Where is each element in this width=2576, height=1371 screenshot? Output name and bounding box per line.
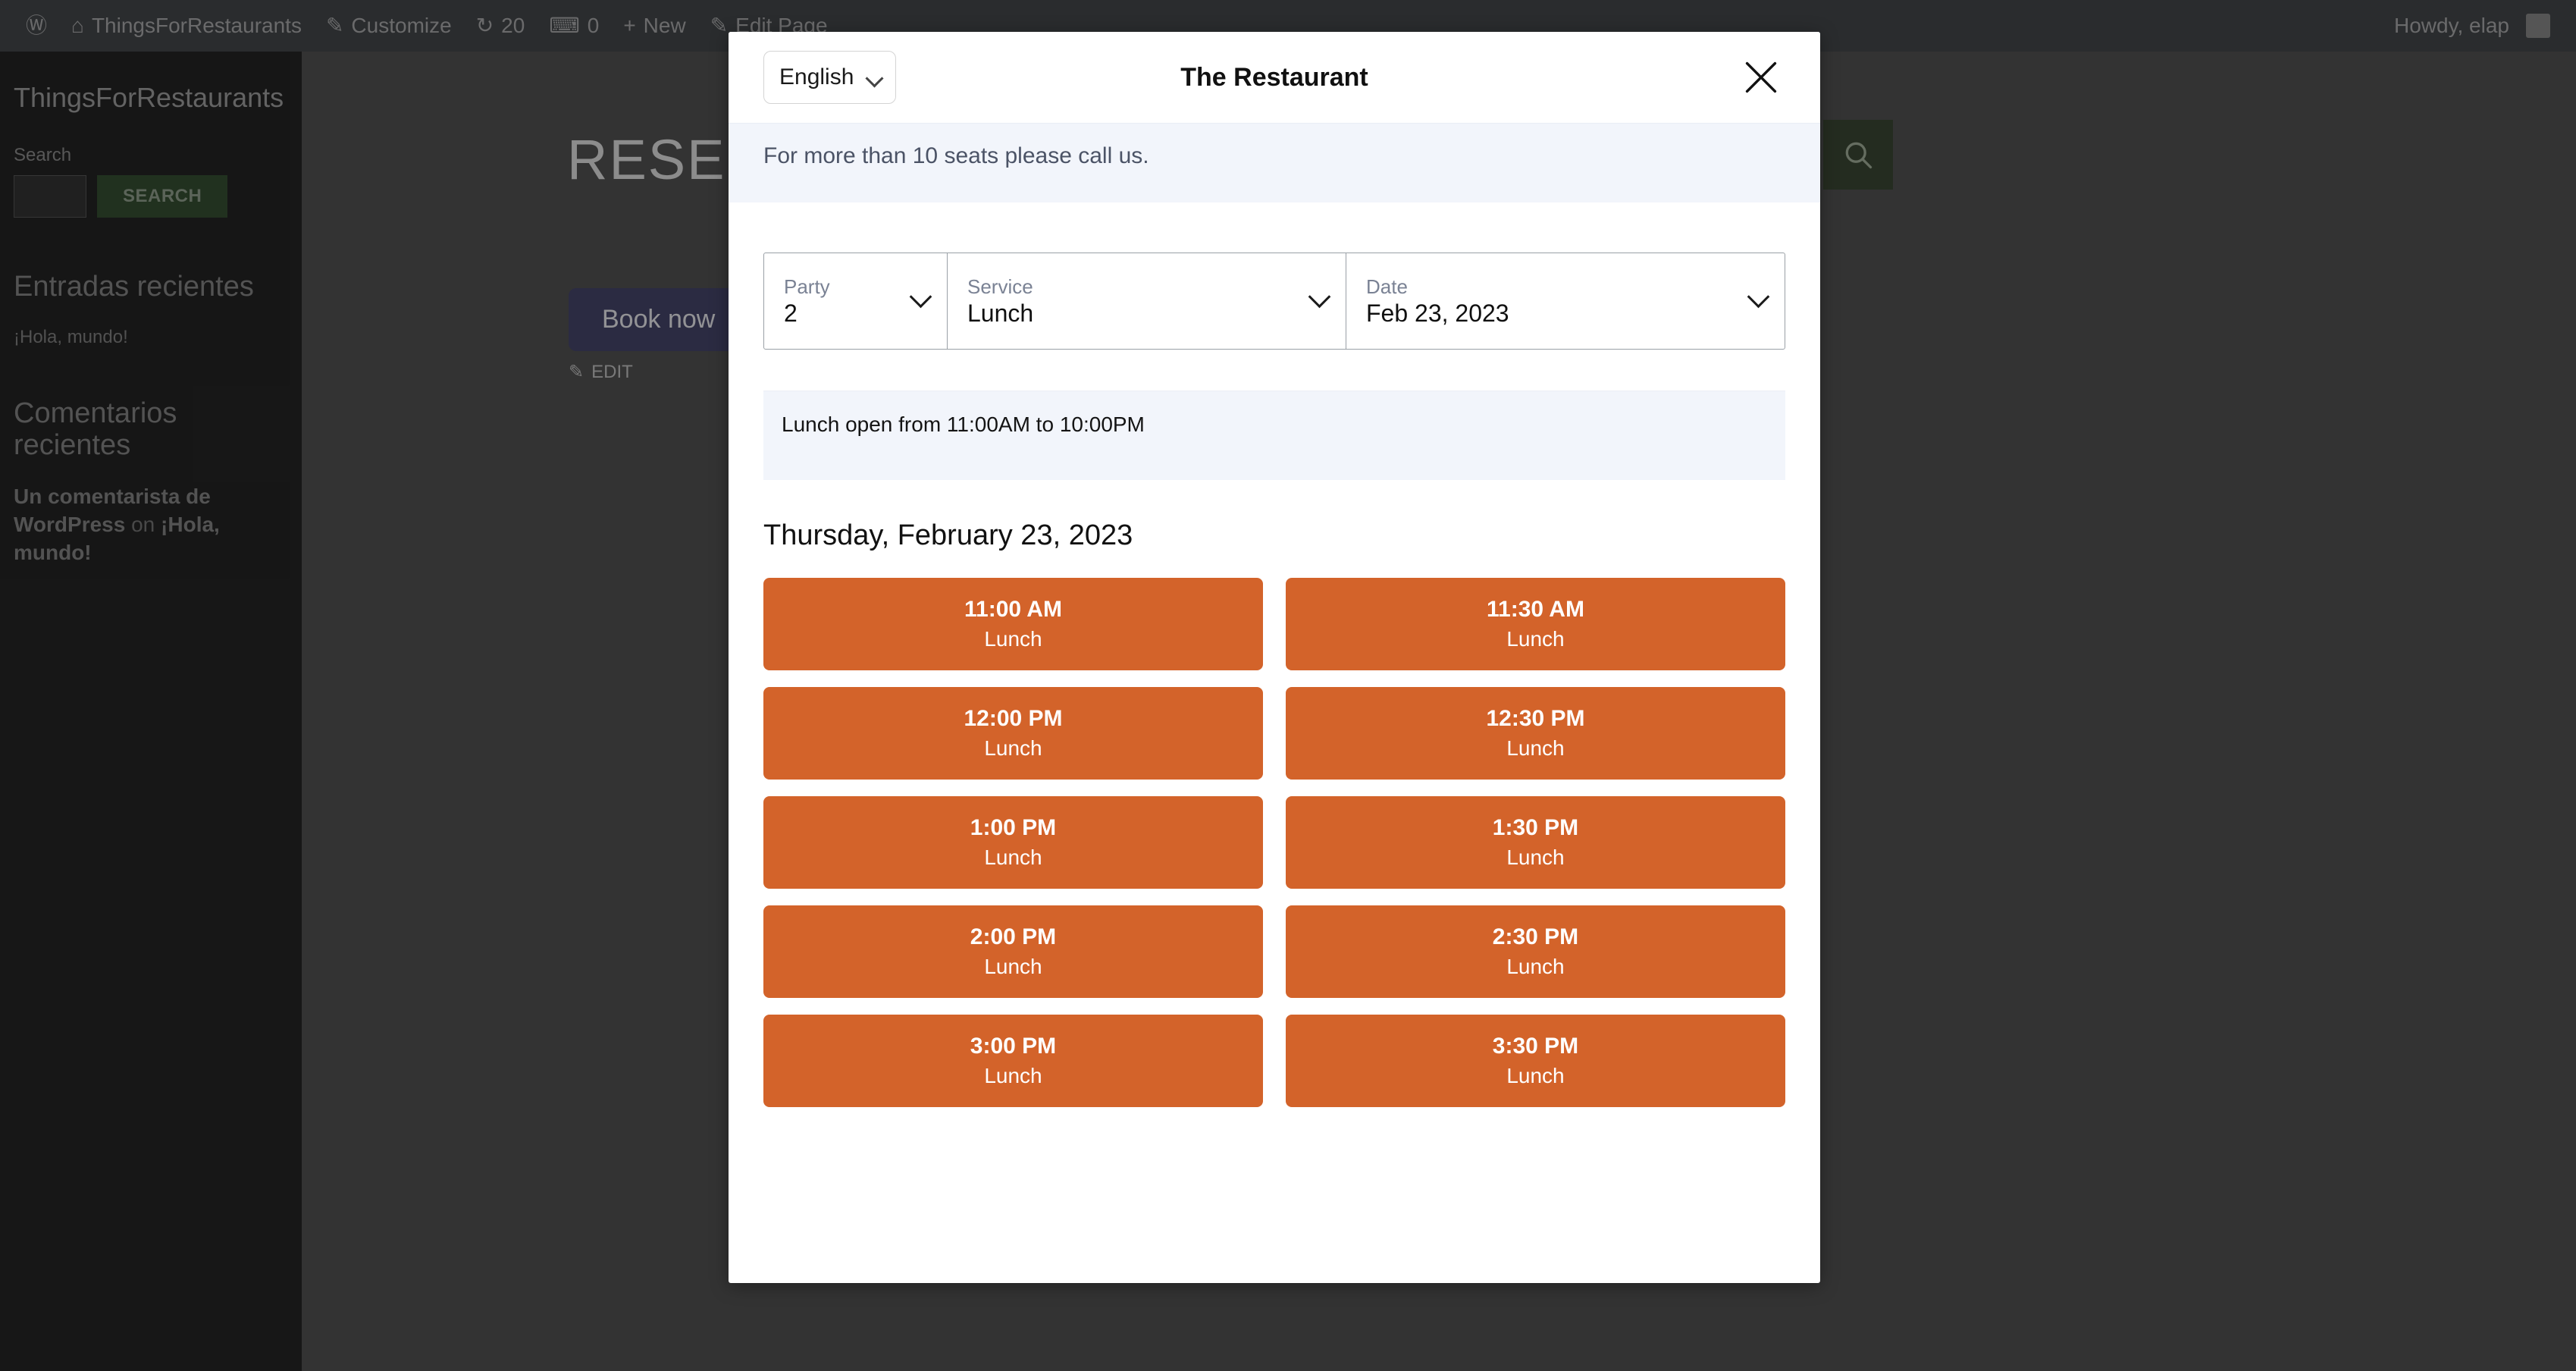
time-slot-button[interactable]: 11:30 AM Lunch bbox=[1286, 578, 1785, 670]
time-slot-service: Lunch bbox=[1506, 1064, 1565, 1087]
admin-bar-site-name[interactable]: ⌂ ThingsForRestaurants bbox=[59, 0, 314, 52]
admin-bar-comments-count: 0 bbox=[587, 14, 600, 37]
time-slot-service: Lunch bbox=[1506, 736, 1565, 760]
recent-post-link[interactable]: ¡Hola, mundo! bbox=[14, 325, 288, 350]
plus-icon: + bbox=[623, 14, 636, 37]
time-slot-grid: 11:00 AM Lunch 11:30 AM Lunch 12:00 PM Lunch 1… bbox=[763, 578, 1785, 1107]
time-slot-time: 11:30 AM bbox=[1487, 597, 1584, 622]
admin-bar-customize[interactable]: ✎ Customize bbox=[314, 0, 464, 52]
time-slot-service: Lunch bbox=[1506, 955, 1565, 978]
time-slot-button[interactable]: 3:00 PM Lunch bbox=[763, 1015, 1263, 1107]
page-root: Ⓦ ⌂ ThingsForRestaurants ✎ Customize ↻ 2… bbox=[0, 0, 2576, 1371]
search-widget-label: Search bbox=[14, 145, 72, 166]
admin-bar-new-label: New bbox=[643, 14, 686, 37]
date-field[interactable]: Date Feb 23, 2023 bbox=[1346, 253, 1785, 349]
admin-bar-customize-label: Customize bbox=[351, 14, 452, 37]
update-icon: ↻ bbox=[475, 14, 494, 37]
time-slot-button[interactable]: 1:00 PM Lunch bbox=[763, 796, 1263, 889]
time-slot-service: Lunch bbox=[1506, 627, 1565, 651]
home-icon: ⌂ bbox=[71, 14, 84, 37]
customize-icon: ✎ bbox=[325, 14, 344, 37]
service-label: Service bbox=[967, 275, 1033, 298]
time-slot-time: 1:00 PM bbox=[970, 815, 1057, 840]
edit-page-icon: ✎ bbox=[710, 14, 729, 37]
time-slot-time: 3:30 PM bbox=[1492, 1034, 1579, 1059]
time-slot-button[interactable]: 2:30 PM Lunch bbox=[1286, 905, 1785, 998]
close-icon bbox=[1745, 61, 1777, 93]
chevron-down-icon bbox=[1750, 293, 1766, 309]
time-slot-time: 11:00 AM bbox=[964, 597, 1062, 622]
service-hours-notice: Lunch open from 11:00AM to 10:00PM bbox=[763, 391, 1785, 480]
chevron-down-icon bbox=[1312, 293, 1327, 309]
search-submit-button[interactable]: SEARCH bbox=[97, 175, 228, 218]
edit-link-label: EDIT bbox=[591, 361, 633, 382]
admin-bar-updates-count: 20 bbox=[501, 14, 525, 37]
time-slot-service: Lunch bbox=[984, 736, 1042, 760]
seats-notice: For more than 10 seats please call us. bbox=[729, 123, 1820, 202]
close-button[interactable] bbox=[1737, 53, 1785, 102]
admin-bar-updates[interactable]: ↻ 20 bbox=[464, 0, 537, 52]
time-slot-button[interactable]: 12:00 PM Lunch bbox=[763, 687, 1263, 780]
time-slot-service: Lunch bbox=[984, 627, 1042, 651]
recent-comments-heading: Comentarios recientes bbox=[14, 397, 177, 462]
time-slot-time: 2:30 PM bbox=[1492, 924, 1579, 949]
pencil-icon: ✎ bbox=[569, 362, 584, 382]
book-now-button[interactable]: Book now bbox=[569, 288, 749, 351]
search-input[interactable] bbox=[14, 175, 86, 218]
site-title[interactable]: ThingsForRestaurants bbox=[14, 82, 288, 113]
chevron-down-icon bbox=[913, 293, 929, 309]
reservation-form-row: Party 2 Service Lunch Date Feb 23, 2023 bbox=[763, 253, 1785, 350]
search-icon bbox=[1845, 142, 1872, 169]
admin-bar-wordpress-logo[interactable]: Ⓦ bbox=[14, 0, 59, 52]
language-select-wrapper: English bbox=[763, 51, 896, 104]
reservation-modal: English The Restaurant For more than 10 … bbox=[729, 32, 1820, 1283]
time-slot-button[interactable]: 3:30 PM Lunch bbox=[1286, 1015, 1785, 1107]
date-label: Date bbox=[1366, 275, 1408, 298]
selected-day-heading: Thursday, February 23, 2023 bbox=[763, 519, 1133, 551]
admin-bar-account[interactable]: Howdy, elap bbox=[2382, 0, 2562, 52]
avatar bbox=[2526, 14, 2550, 38]
time-slot-service: Lunch bbox=[1506, 846, 1565, 869]
time-slot-time: 1:30 PM bbox=[1492, 815, 1579, 840]
time-slot-service: Lunch bbox=[984, 846, 1042, 869]
service-value: Lunch bbox=[967, 300, 1034, 327]
time-slot-service: Lunch bbox=[984, 955, 1042, 978]
time-slot-time: 2:00 PM bbox=[970, 924, 1057, 949]
time-slot-button[interactable]: 1:30 PM Lunch bbox=[1286, 796, 1785, 889]
admin-bar-greeting: Howdy, elap bbox=[2393, 14, 2509, 37]
modal-header: English The Restaurant bbox=[729, 32, 1820, 123]
comment-connector: on bbox=[131, 512, 155, 536]
comment-icon: ⌨ bbox=[549, 14, 580, 37]
time-slot-service: Lunch bbox=[984, 1064, 1042, 1087]
time-slot-time: 12:30 PM bbox=[1486, 706, 1585, 731]
recent-posts-heading: Entradas recientes bbox=[14, 271, 254, 303]
admin-bar-new[interactable]: + New bbox=[611, 0, 697, 52]
language-select[interactable]: English bbox=[763, 51, 896, 104]
admin-bar-comments[interactable]: ⌨ 0 bbox=[537, 0, 611, 52]
time-slot-button[interactable]: 11:00 AM Lunch bbox=[763, 578, 1263, 670]
time-slot-button[interactable]: 2:00 PM Lunch bbox=[763, 905, 1263, 998]
date-value: Feb 23, 2023 bbox=[1366, 300, 1509, 327]
site-sidebar: ThingsForRestaurants Search SEARCH Entra… bbox=[0, 52, 302, 1371]
party-value: 2 bbox=[784, 300, 798, 327]
time-slot-time: 3:00 PM bbox=[970, 1034, 1057, 1059]
edit-link[interactable]: ✎ EDIT bbox=[569, 361, 633, 383]
service-field[interactable]: Service Lunch bbox=[948, 253, 1346, 349]
wordpress-logo-icon: Ⓦ bbox=[26, 14, 48, 37]
admin-bar-site-name-label: ThingsForRestaurants bbox=[91, 14, 302, 37]
time-slot-button[interactable]: 12:30 PM Lunch bbox=[1286, 687, 1785, 780]
search-widget: SEARCH bbox=[14, 175, 288, 218]
modal-body-filler bbox=[729, 1107, 1820, 1283]
header-search-button[interactable] bbox=[1823, 120, 1893, 190]
party-label: Party bbox=[784, 275, 830, 298]
party-field[interactable]: Party 2 bbox=[764, 253, 948, 349]
recent-comment-item: Un comentarista de WordPress on ¡Hola, m… bbox=[14, 483, 288, 567]
time-slot-time: 12:00 PM bbox=[964, 706, 1063, 731]
